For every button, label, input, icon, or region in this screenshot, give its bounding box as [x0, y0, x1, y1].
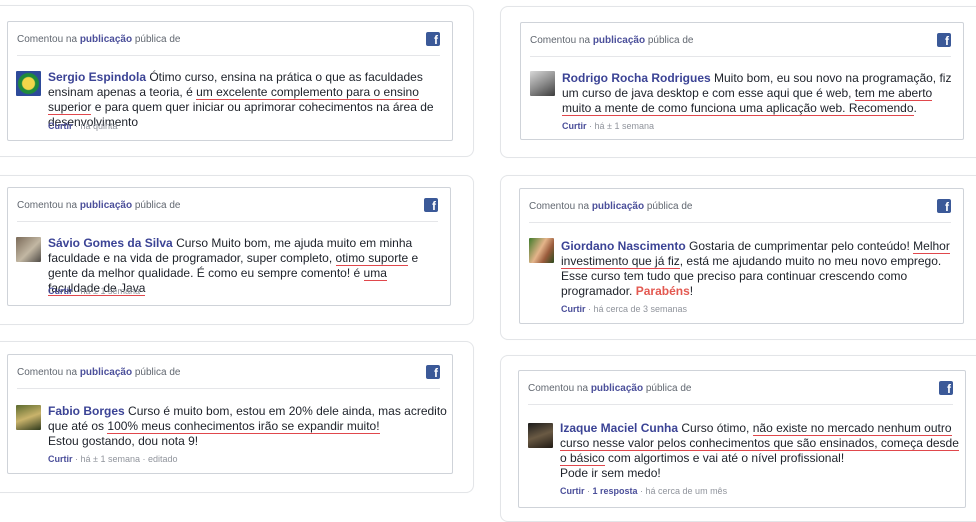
edited-label[interactable]: editado — [148, 454, 178, 464]
author-link[interactable]: Sávio Gomes da Silva — [48, 236, 173, 250]
avatar[interactable] — [16, 405, 41, 430]
card-header: Comentou na publicação pública de f — [17, 32, 440, 56]
card-header: Comentou na publicação pública de f — [528, 381, 953, 405]
comment-meta: Curtir · há ± 1 semana · editado — [48, 454, 178, 464]
comment-card-1: Comentou na publicação pública de f Serg… — [7, 21, 453, 141]
card-header: Comentou na publicação pública de f — [17, 198, 438, 222]
facebook-icon[interactable]: f — [937, 199, 951, 213]
comment-meta: Curtir · há cerca de 3 semanas — [561, 304, 688, 314]
comment-card-4: Comentou na publicação pública de f Gior… — [519, 188, 964, 324]
facebook-icon[interactable]: f — [937, 33, 951, 47]
like-link[interactable]: Curtir — [561, 304, 586, 314]
comment-meta: Curtir · na quinta — [48, 121, 118, 131]
comment-card-3: Comentou na publicação pública de f Sávi… — [7, 187, 451, 306]
comment-text: Rodrigo Rocha Rodrigues Muito bom, eu so… — [562, 71, 952, 116]
author-link[interactable]: Fabio Borges — [48, 404, 125, 418]
comment-card-5: Comentou na publicação pública de f Fabi… — [7, 354, 453, 474]
card-header: Comentou na publicação pública de f — [17, 365, 440, 389]
author-link[interactable]: Sergio Espindola — [48, 70, 146, 84]
like-link[interactable]: Curtir — [48, 286, 73, 296]
comment-text: Giordano Nascimento Gostaria de cumprime… — [561, 239, 950, 298]
avatar[interactable] — [528, 423, 553, 448]
comment-text: Izaque Maciel Cunha Curso ótimo, não exi… — [560, 421, 959, 480]
card-header: Comentou na publicação pública de f — [530, 33, 951, 57]
comment-text: Fabio Borges Curso é muito bom, estou em… — [48, 404, 447, 448]
replies-link[interactable]: 1 resposta — [593, 486, 638, 496]
like-link[interactable]: Curtir — [562, 121, 587, 131]
like-link[interactable]: Curtir — [48, 121, 73, 131]
author-link[interactable]: Rodrigo Rocha Rodrigues — [562, 71, 711, 85]
facebook-icon[interactable]: f — [424, 198, 438, 212]
facebook-icon[interactable]: f — [426, 32, 440, 46]
author-link[interactable]: Izaque Maciel Cunha — [560, 421, 678, 435]
publication-link[interactable]: publicação — [593, 35, 645, 46]
publication-link[interactable]: publicação — [80, 200, 132, 211]
facebook-icon[interactable]: f — [939, 381, 953, 395]
author-link[interactable]: Giordano Nascimento — [561, 239, 686, 253]
comment-meta: Curtir · há ± 1 semana — [48, 286, 140, 296]
card-header: Comentou na publicação pública de f — [529, 199, 951, 223]
avatar[interactable] — [530, 71, 555, 96]
publication-link[interactable]: publicação — [592, 201, 644, 212]
avatar[interactable] — [529, 238, 554, 263]
publication-link[interactable]: publicação — [80, 34, 132, 45]
facebook-icon[interactable]: f — [426, 365, 440, 379]
avatar[interactable] — [16, 71, 41, 96]
like-link[interactable]: Curtir — [560, 486, 585, 496]
comment-card-6: Comentou na publicação pública de f Izaq… — [518, 370, 966, 508]
comment-meta: Curtir · há ± 1 semana — [562, 121, 654, 131]
publication-link[interactable]: publicação — [591, 383, 643, 394]
avatar[interactable] — [16, 237, 41, 262]
publication-link[interactable]: publicação — [80, 367, 132, 378]
comment-meta: Curtir · 1 resposta · há cerca de um mês — [560, 486, 728, 496]
comment-card-2: Comentou na publicação pública de f Rodr… — [520, 22, 964, 140]
like-link[interactable]: Curtir — [48, 454, 73, 464]
